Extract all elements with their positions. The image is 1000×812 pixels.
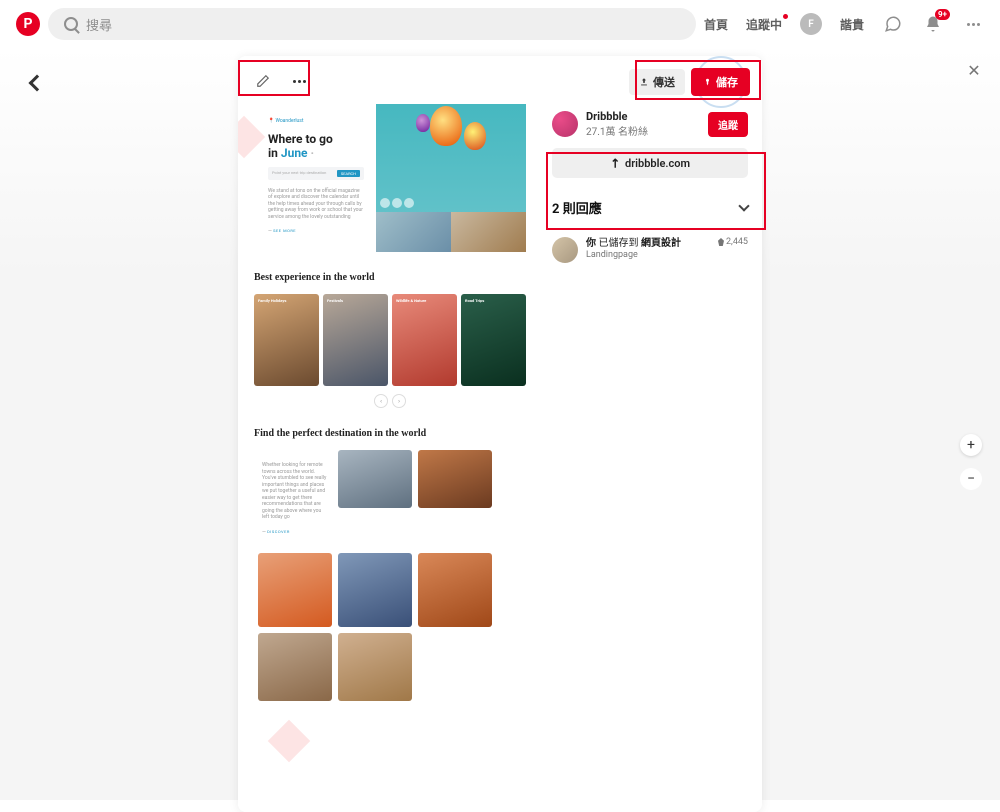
nav-following-label: 追蹤中: [746, 18, 782, 32]
save-label: 儲存: [716, 74, 738, 90]
pin-image: 📍 Woanderlust Where to go in June · Poin…: [244, 62, 536, 806]
s2-card-3: Road Trips: [465, 298, 484, 303]
hero-cta: SEE MORE: [273, 228, 296, 233]
follow-button[interactable]: 追蹤: [708, 112, 748, 137]
saved-count: 2,445: [718, 237, 748, 247]
more-dots-icon: [293, 80, 306, 83]
saved-board[interactable]: 網頁設計: [641, 238, 681, 249]
zoom-controls: + −: [960, 434, 982, 490]
comments-toggle[interactable]: 2 則回應: [552, 198, 748, 225]
send-label: 傳送: [653, 74, 675, 90]
pin-details-panel: Dribbble 27.1萬 名粉絲 追蹤 ↗ dribbble.com 2 則…: [538, 56, 762, 812]
messages-icon[interactable]: [882, 13, 904, 35]
saved-by-row: 你 已儲存到 網頁設計 Landingpage 2,445: [552, 237, 748, 263]
chevron-down-icon: [738, 200, 749, 211]
nav-links-group: 首頁 追蹤中 F 諧貴 9+: [704, 13, 984, 35]
save-button-highlight: 儲存: [691, 68, 750, 96]
pin-destination-section: Find the perfect destination in the worl…: [244, 428, 536, 721]
user-avatar-small[interactable]: F: [800, 13, 822, 35]
pencil-icon: [256, 74, 270, 88]
hero-body: We stand at tons on the official magazin…: [268, 188, 364, 221]
pin-hero-section: 📍 Woanderlust Where to go in June · Poin…: [244, 104, 536, 272]
pin-icon: [703, 77, 712, 88]
s2-card-2: Wildlife & Nature: [396, 298, 426, 303]
save-button[interactable]: 儲存: [691, 68, 750, 96]
upload-icon: [639, 77, 649, 87]
zoom-in-button[interactable]: +: [960, 434, 982, 456]
creator-avatar[interactable]: [552, 111, 578, 137]
hero-search-button: SEARCH: [337, 170, 360, 177]
tiny-pin-icon: [718, 238, 724, 246]
s3-body: Whether looking for remote towns across …: [262, 462, 328, 521]
saved-mid: 已儲存到: [598, 238, 638, 249]
saved-user-avatar[interactable]: [552, 237, 578, 263]
search-icon: [64, 17, 78, 31]
pin-experience-section: Best experience in the world Family Holi…: [244, 272, 536, 428]
s3-cta: DISCOVER: [267, 529, 290, 534]
back-button[interactable]: [22, 68, 52, 98]
pin-card: 傳送 儲存 📍 Woanderlust Where: [238, 56, 762, 812]
hero-search-placeholder: Point your next trip destination: [272, 170, 326, 177]
send-button[interactable]: 傳送: [629, 69, 685, 95]
comments-title: 2 則回應: [552, 198, 602, 217]
s2-card-1: Festivals: [327, 298, 343, 303]
creator-followers: 27.1萬 名粉絲: [586, 123, 700, 138]
topbar-more-icon[interactable]: [962, 13, 984, 35]
nav-home[interactable]: 首頁: [704, 16, 728, 33]
zoom-out-button[interactable]: −: [960, 468, 982, 490]
source-link-button[interactable]: ↗ dribbble.com: [552, 148, 748, 178]
arrow-left-icon: [29, 75, 46, 92]
s3-title: Find the perfect destination in the worl…: [254, 428, 526, 440]
card-controls-right: 傳送 儲存: [629, 68, 750, 96]
notifications-icon[interactable]: 9+: [922, 13, 944, 35]
hero-image: [376, 104, 526, 252]
edit-button[interactable]: [248, 66, 278, 96]
hero-title-b: in: [268, 146, 281, 160]
nav-username[interactable]: 諧貴: [840, 16, 864, 33]
saved-prefix: 你: [586, 238, 596, 249]
hero-title-dot: ·: [308, 146, 315, 160]
external-link-icon: ↗: [606, 154, 623, 171]
pinterest-logo[interactable]: [16, 12, 40, 36]
search-placeholder: 搜尋: [86, 15, 112, 34]
content-area: ✕ 傳送 儲存: [0, 48, 1000, 800]
search-bar[interactable]: 搜尋: [48, 8, 696, 40]
source-link-label: dribbble.com: [625, 157, 690, 170]
card-controls-left: [248, 66, 314, 96]
notification-dot-icon: [783, 14, 788, 19]
saved-count-value: 2,445: [726, 237, 748, 247]
s2-title: Best experience in the world: [254, 272, 526, 284]
s2-card-0: Family Holidays: [258, 298, 287, 303]
creator-row: Dribbble 27.1萬 名粉絲 追蹤: [552, 110, 748, 138]
pin-image-wrapper[interactable]: 📍 Woanderlust Where to go in June · Poin…: [238, 56, 538, 812]
nav-following[interactable]: 追蹤中: [746, 16, 782, 33]
hero-title-a: Where to go: [268, 132, 333, 146]
close-button[interactable]: ✕: [962, 58, 986, 82]
hero-title-accent: June: [281, 146, 308, 160]
saved-subtitle: Landingpage: [586, 250, 710, 262]
creator-name[interactable]: Dribbble: [586, 110, 700, 123]
top-navigation-bar: 搜尋 首頁 追蹤中 F 諧貴 9+: [0, 0, 1000, 48]
notification-badge: 9+: [935, 9, 950, 20]
more-button[interactable]: [284, 66, 314, 96]
